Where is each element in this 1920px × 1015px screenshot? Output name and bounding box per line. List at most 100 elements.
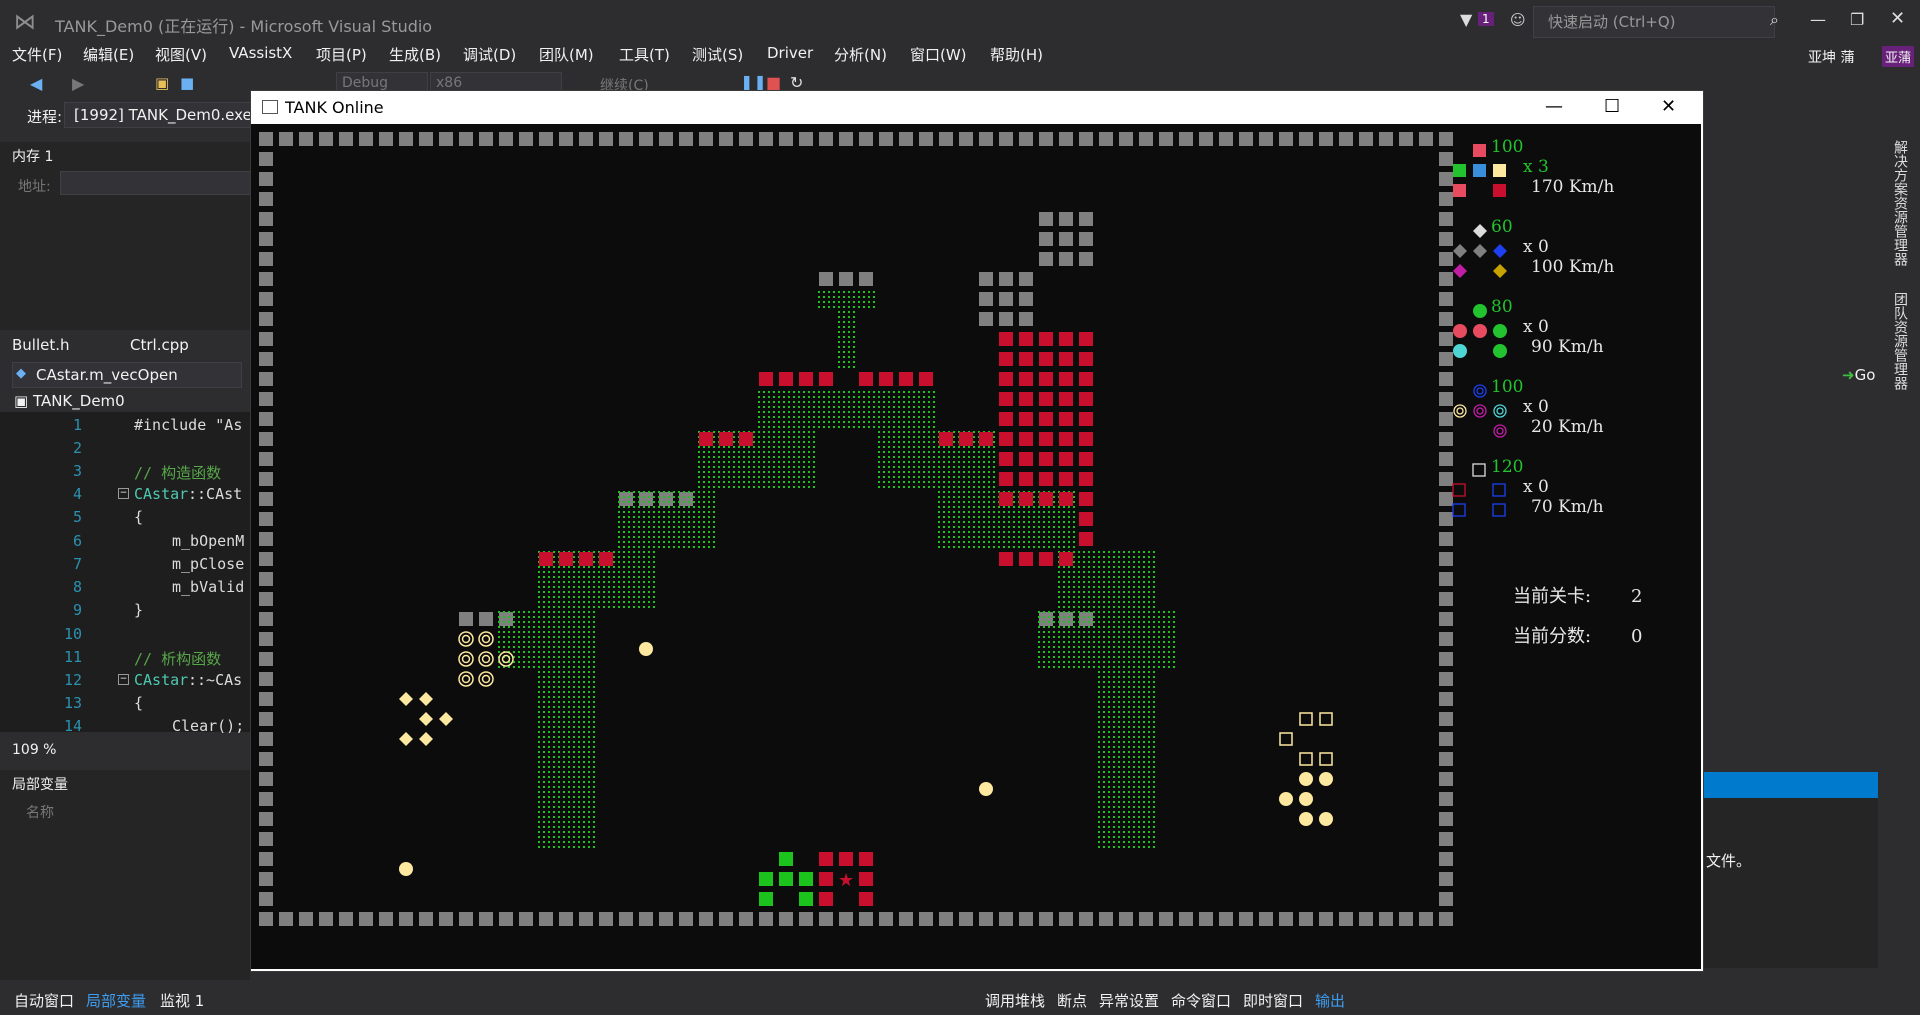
menu-test[interactable]: 测试(S) xyxy=(692,44,743,65)
tab-exception-settings[interactable]: 异常设置 xyxy=(1099,990,1159,1011)
grass-dot xyxy=(563,801,565,803)
grass-dot xyxy=(623,601,625,603)
menu-team[interactable]: 团队(M) xyxy=(539,44,594,65)
grass-dot xyxy=(553,716,555,718)
grass-dot xyxy=(1103,766,1105,768)
grass-dot xyxy=(1078,571,1080,573)
restore-button[interactable]: ❐ xyxy=(1850,10,1864,29)
grass-dot xyxy=(588,756,590,758)
filter-icon[interactable]: ▼ xyxy=(1460,10,1472,29)
menu-driver[interactable]: Driver xyxy=(767,44,813,62)
collapse-icon[interactable]: − xyxy=(118,674,129,685)
grass-dot xyxy=(1088,586,1090,588)
grass-dot xyxy=(783,411,785,413)
grass-dot xyxy=(1118,696,1120,698)
grass-dot xyxy=(558,571,560,573)
grass-dot xyxy=(543,691,545,693)
grass-dot xyxy=(538,841,540,843)
grass-dot xyxy=(1088,551,1090,553)
notification-badge[interactable]: 1 xyxy=(1478,12,1494,26)
grass-dot xyxy=(1173,631,1175,633)
grass-dot xyxy=(1123,796,1125,798)
grass-dot xyxy=(638,516,640,518)
minimize-button[interactable]: — xyxy=(1810,10,1826,29)
grass-dot xyxy=(1088,601,1090,603)
grass-dot xyxy=(698,476,700,478)
tab-locals[interactable]: 局部变量 xyxy=(86,990,146,1011)
menu-build[interactable]: 生成(B) xyxy=(389,44,441,65)
grass-dot xyxy=(833,396,835,398)
tab-output[interactable]: 输出 xyxy=(1315,990,1345,1011)
menu-window[interactable]: 窗口(W) xyxy=(910,44,967,65)
grass-dot xyxy=(553,606,555,608)
menu-vassistx[interactable]: VAssistX xyxy=(229,44,292,62)
grass-dot xyxy=(663,501,665,503)
grass-dot xyxy=(993,536,995,538)
steel-block xyxy=(479,912,493,926)
hud-ring-icon xyxy=(1456,407,1464,415)
grass-dot xyxy=(1113,841,1115,843)
search-icon[interactable]: ⌕ xyxy=(1770,10,1779,30)
tab-call-stack[interactable]: 调用堆栈 xyxy=(985,990,1045,1011)
forward-icon[interactable]: ▶ xyxy=(72,74,84,93)
grass-dot xyxy=(1138,571,1140,573)
grass-dot xyxy=(563,691,565,693)
grass-dot xyxy=(538,641,540,643)
feedback-icon[interactable]: ☺ xyxy=(1510,11,1526,29)
avatar[interactable]: 亚蒲 xyxy=(1882,46,1915,67)
grass-dot xyxy=(1108,626,1110,628)
zoom-level[interactable]: 109 % xyxy=(12,742,56,758)
save-icon[interactable]: ■ xyxy=(180,74,194,92)
tab-command-window[interactable]: 命令窗口 xyxy=(1171,990,1231,1011)
steel-block xyxy=(1259,912,1273,926)
tab-bullet-h[interactable]: Bullet.h xyxy=(12,336,70,354)
tab-autos[interactable]: 自动窗口 xyxy=(14,990,74,1011)
game-maximize-button[interactable]: ☐ xyxy=(1604,96,1620,117)
collapse-icon[interactable]: − xyxy=(118,488,129,499)
menu-file[interactable]: 文件(F) xyxy=(12,44,62,65)
grass-dot xyxy=(583,676,585,678)
open-folder-icon[interactable]: ▣ xyxy=(155,74,169,92)
menu-debug[interactable]: 调试(D) xyxy=(463,44,516,65)
grass-dot xyxy=(903,456,905,458)
go-button[interactable]: ➜Go xyxy=(1842,366,1875,384)
close-button[interactable]: ✕ xyxy=(1890,8,1905,29)
menu-tools[interactable]: 工具(T) xyxy=(619,44,670,65)
back-icon[interactable]: ◀ xyxy=(30,74,42,93)
grass-dot xyxy=(528,661,530,663)
tab-immediate-window[interactable]: 即时窗口 xyxy=(1243,990,1303,1011)
tab-watch-1[interactable]: 监视 1 xyxy=(160,990,204,1011)
grass-dot xyxy=(548,661,550,663)
grass-dot xyxy=(1118,846,1120,848)
game-canvas[interactable]: ★ 100 x 3 170 Km/h 60 x 0 100 Km/h 80 x … xyxy=(251,124,1701,969)
menu-edit[interactable]: 编辑(E) xyxy=(83,44,134,65)
grass-dot xyxy=(743,451,745,453)
grass-dot xyxy=(723,471,725,473)
grass-dot xyxy=(1133,676,1135,678)
solution-explorer-tab[interactable]: 解决方案资源管理器 xyxy=(1890,140,1910,266)
grass-dot xyxy=(553,656,555,658)
user-name[interactable]: 亚坤 蒲 xyxy=(1808,47,1854,67)
grass-dot xyxy=(543,566,545,568)
grass-dot xyxy=(1108,696,1110,698)
grass-dot xyxy=(898,426,900,428)
grass-dot xyxy=(928,416,930,418)
menu-project[interactable]: 项目(P) xyxy=(316,44,367,65)
tab-ctrl-cpp[interactable]: Ctrl.cpp xyxy=(130,336,189,354)
team-explorer-tab[interactable]: 团队资源管理器 xyxy=(1890,292,1910,390)
grass-dot xyxy=(1133,556,1135,558)
address-input[interactable] xyxy=(60,171,252,195)
grass-dot xyxy=(1118,701,1120,703)
grass-dot xyxy=(918,401,920,403)
menu-help[interactable]: 帮助(H) xyxy=(990,44,1043,65)
grass-dot xyxy=(593,701,595,703)
game-minimize-button[interactable]: — xyxy=(1545,96,1563,117)
game-close-button[interactable]: ✕ xyxy=(1661,96,1676,117)
menu-view[interactable]: 视图(V) xyxy=(155,44,207,65)
grass-dot xyxy=(1123,741,1125,743)
menu-analyze[interactable]: 分析(N) xyxy=(834,44,887,65)
tab-breakpoints[interactable]: 断点 xyxy=(1057,990,1087,1011)
grass-dot xyxy=(633,556,635,558)
grass-dot xyxy=(1078,566,1080,568)
steel-block xyxy=(1439,172,1453,186)
